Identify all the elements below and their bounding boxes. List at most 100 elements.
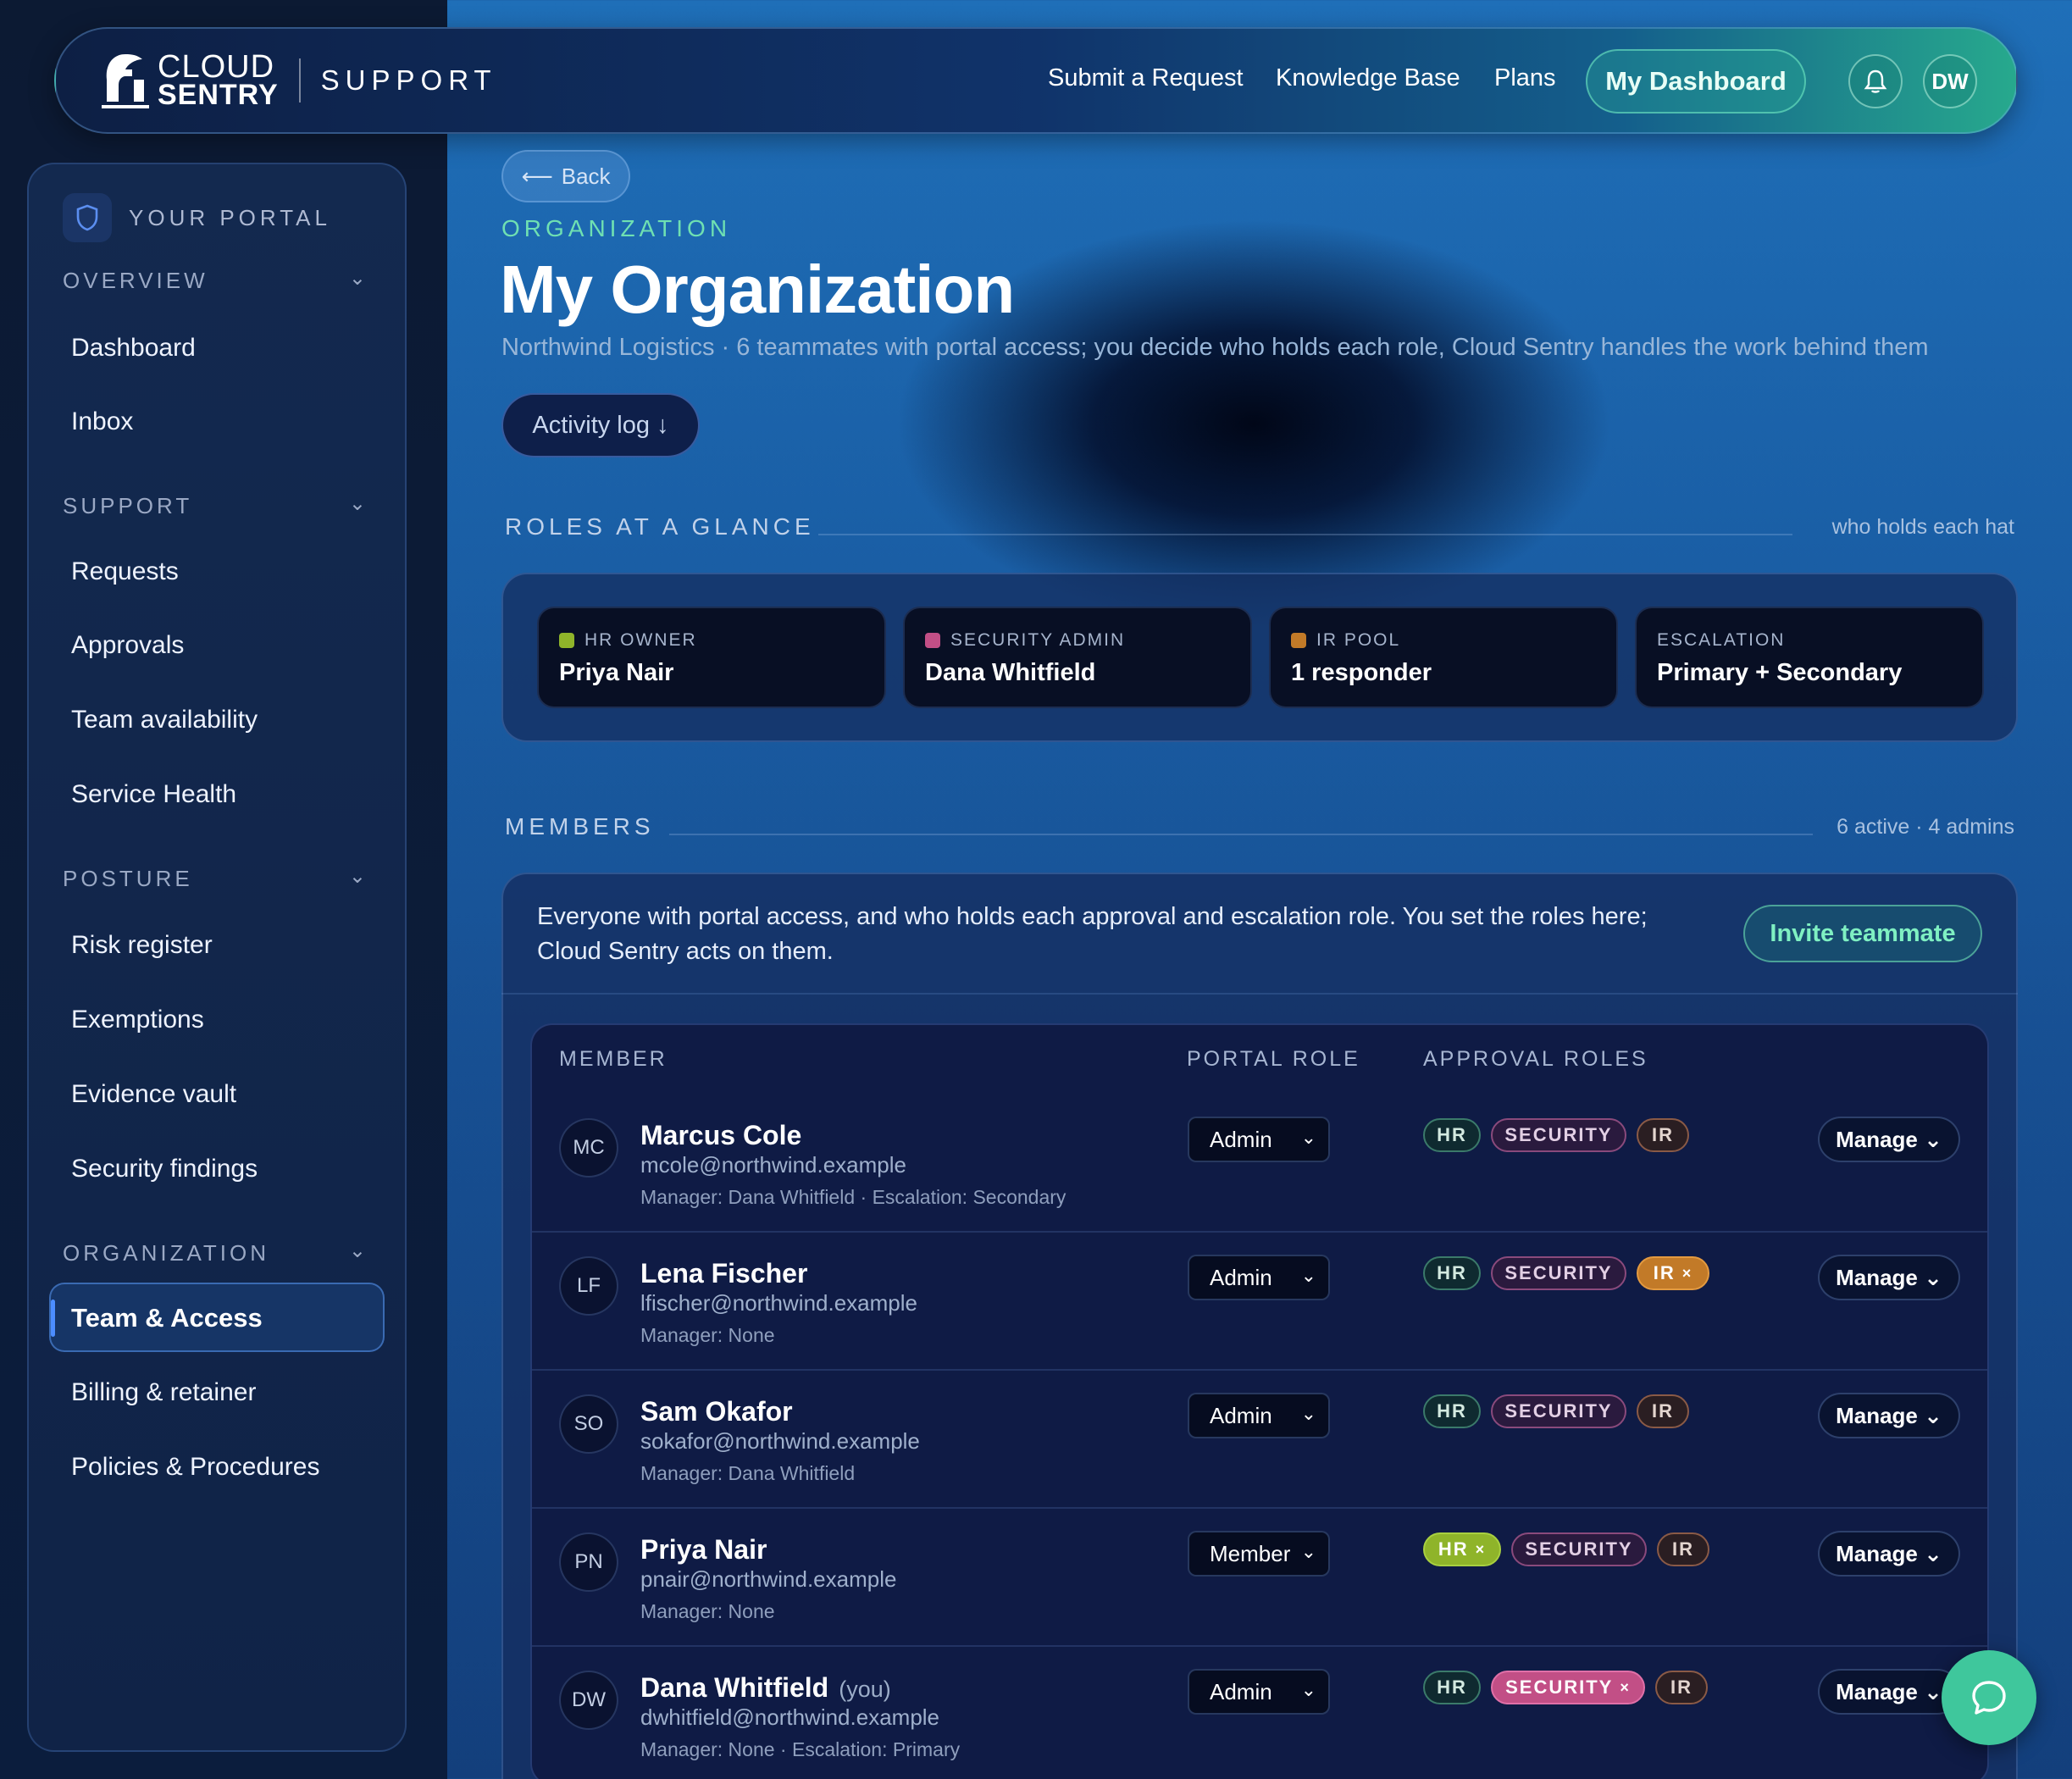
spartan-helmet-icon: [102, 54, 149, 108]
brand-line1: CLOUD: [158, 48, 275, 85]
sidebar-item-evidence-vault[interactable]: Evidence vault: [71, 1080, 236, 1109]
panel-divider: [501, 993, 2018, 995]
portal-role-select[interactable]: Member ⌄: [1188, 1531, 1330, 1577]
chevron-down-icon: ⌄: [1300, 1265, 1316, 1286]
chip-label: HR: [1437, 1124, 1467, 1145]
invite-teammate-button[interactable]: Invite teammate: [1743, 905, 1982, 962]
approval-chip-hr[interactable]: HR: [1423, 1256, 1481, 1290]
role-card-security-admin: SECURITY ADMIN Dana Whitfield: [903, 607, 1252, 708]
sidebar-section-organization[interactable]: ORGANIZATION ⌄: [63, 1239, 369, 1266]
member-name[interactable]: Lena Fischer: [640, 1258, 817, 1289]
sidebar-item-inbox[interactable]: Inbox: [71, 407, 133, 436]
sidebar-item-requests[interactable]: Requests: [71, 557, 179, 586]
row-divider: [532, 1369, 1987, 1371]
approval-chip-ir[interactable]: IR ×: [1637, 1256, 1709, 1290]
approval-chip-ir[interactable]: IR: [1657, 1532, 1709, 1566]
manage-button[interactable]: Manage ⌄: [1818, 1531, 1960, 1577]
sidebar-item-risk-register[interactable]: Risk register: [71, 931, 213, 960]
sidebar-item-team-availability[interactable]: Team availability: [71, 706, 258, 734]
page-eyebrow: ORGANIZATION: [501, 215, 732, 241]
chip-label: SECURITY: [1504, 1124, 1613, 1145]
my-dashboard-button[interactable]: My Dashboard: [1586, 49, 1806, 114]
sidebar-item-policies[interactable]: Policies & Procedures: [71, 1453, 319, 1482]
chevron-down-icon: ⌄: [348, 267, 369, 290]
portal-role-value: Member: [1210, 1540, 1291, 1566]
members-summary: 6 active · 4 admins: [1837, 815, 2014, 839]
chip-label: SECURITY: [1505, 1676, 1614, 1698]
member-name[interactable]: Dana Whitfield (you): [640, 1672, 891, 1704]
sidebar-item-billing[interactable]: Billing & retainer: [71, 1378, 256, 1407]
manage-button[interactable]: Manage ⌄: [1818, 1393, 1960, 1438]
portal-role-value: Admin: [1210, 1264, 1272, 1290]
member-name[interactable]: Sam Okafor: [640, 1396, 803, 1427]
approval-chip-security[interactable]: SECURITY: [1511, 1532, 1647, 1566]
nav-submit-request[interactable]: Submit a Request: [1048, 64, 1244, 92]
approval-chip-security[interactable]: SECURITY ×: [1491, 1671, 1645, 1704]
approval-chip-hr[interactable]: HR: [1423, 1671, 1481, 1704]
brand-wordmark: CLOUD SENTRY: [158, 48, 279, 109]
approval-chip-hr[interactable]: HR ×: [1423, 1532, 1501, 1566]
manage-button[interactable]: Manage ⌄: [1818, 1255, 1960, 1300]
approval-chip-hr[interactable]: HR: [1423, 1118, 1481, 1152]
chevron-down-icon: ⌄: [1300, 1541, 1316, 1562]
nav-knowledge-base[interactable]: Knowledge Base: [1276, 64, 1460, 92]
sidebar-section-overview[interactable]: OVERVIEW ⌄: [63, 267, 369, 294]
member-name-text: Sam Okafor: [640, 1396, 793, 1427]
portal-role-select[interactable]: Admin ⌄: [1188, 1117, 1330, 1162]
sidebar-item-exemptions[interactable]: Exemptions: [71, 1006, 204, 1034]
portal-role-value: Admin: [1210, 1402, 1272, 1428]
sidebar-item-security-findings[interactable]: Security findings: [71, 1155, 258, 1183]
sidebar-item-service-health[interactable]: Service Health: [71, 780, 236, 809]
role-color-dot: [1291, 633, 1306, 648]
manage-button[interactable]: Manage ⌄: [1818, 1117, 1960, 1162]
row-divider: [532, 1231, 1987, 1233]
role-card-escalation: ESCALATION Primary + Secondary: [1635, 607, 1984, 708]
sidebar-item-dashboard[interactable]: Dashboard: [71, 334, 196, 363]
you-indicator: (you): [839, 1676, 891, 1702]
column-header-member: MEMBER: [559, 1047, 668, 1071]
remove-icon[interactable]: ×: [1476, 1541, 1487, 1559]
sidebar-header: YOUR PORTAL: [63, 193, 331, 242]
approval-chip-security[interactable]: SECURITY: [1491, 1256, 1626, 1290]
sidebar-item-approvals[interactable]: Approvals: [71, 631, 184, 660]
role-color-dot: [559, 633, 574, 648]
approval-chip-ir[interactable]: IR: [1637, 1394, 1689, 1428]
member-name[interactable]: Priya Nair: [640, 1534, 777, 1566]
member-meta: Manager: None · Escalation: Primary: [640, 1738, 961, 1760]
sidebar-section-support[interactable]: SUPPORT ⌄: [63, 492, 369, 519]
section-divider: [818, 534, 1792, 535]
chip-label: IR: [1670, 1676, 1693, 1698]
chat-button[interactable]: [1942, 1650, 2036, 1745]
section-divider: [669, 834, 1813, 835]
roles-section-title: ROLES AT A GLANCE: [505, 513, 815, 540]
sidebar-section-posture[interactable]: POSTURE ⌄: [63, 865, 369, 892]
user-avatar[interactable]: DW: [1923, 54, 1977, 108]
approval-chip-ir[interactable]: IR: [1637, 1118, 1689, 1152]
member-avatar: PN: [559, 1532, 618, 1592]
arrow-left-icon: ⟵: [521, 163, 553, 189]
member-name-text: Dana Whitfield: [640, 1672, 829, 1703]
approval-chip-security[interactable]: SECURITY: [1491, 1394, 1626, 1428]
role-value: Dana Whitfield: [925, 659, 1096, 686]
approval-chip-hr[interactable]: HR: [1423, 1394, 1481, 1428]
chip-label: IR: [1652, 1400, 1674, 1422]
portal-role-select[interactable]: Admin ⌄: [1188, 1393, 1330, 1438]
sidebar-item-label: Team & Access: [71, 1303, 263, 1333]
brand-logo[interactable]: CLOUD SENTRY SUPPORT: [100, 51, 497, 110]
manage-button[interactable]: Manage ⌄: [1818, 1669, 1960, 1715]
sidebar-item-team-access[interactable]: Team & Access: [49, 1283, 385, 1352]
approval-chip-ir[interactable]: IR: [1655, 1671, 1708, 1704]
notifications-button[interactable]: [1848, 54, 1903, 108]
role-color-dot: [925, 633, 940, 648]
activity-log-button[interactable]: Activity log ↓: [501, 393, 700, 457]
remove-icon[interactable]: ×: [1682, 1265, 1693, 1283]
shield-icon: [63, 193, 112, 242]
back-button[interactable]: ⟵ Back: [501, 150, 630, 202]
nav-plans[interactable]: Plans: [1494, 64, 1556, 92]
portal-role-select[interactable]: Admin ⌄: [1188, 1255, 1330, 1300]
portal-role-select[interactable]: Admin ⌄: [1188, 1669, 1330, 1715]
approval-chip-security[interactable]: SECURITY: [1491, 1118, 1626, 1152]
member-name-text: Priya Nair: [640, 1534, 767, 1565]
remove-icon[interactable]: ×: [1620, 1679, 1631, 1697]
member-name[interactable]: Marcus Cole: [640, 1120, 812, 1151]
